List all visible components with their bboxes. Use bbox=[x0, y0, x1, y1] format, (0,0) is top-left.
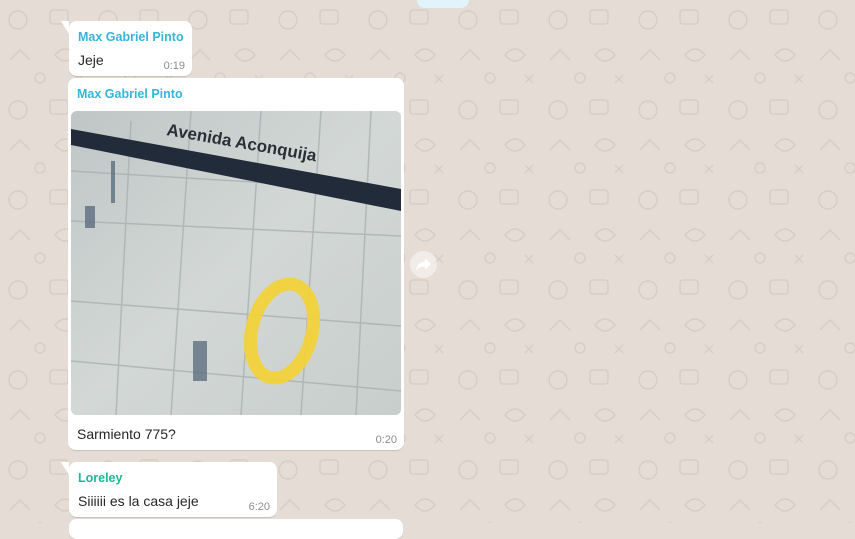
message-text: Jeje bbox=[78, 52, 104, 68]
forward-button[interactable] bbox=[410, 251, 437, 278]
message-bubble[interactable]: Loreley Siiiiii es la casa jeje 6:20 bbox=[61, 462, 277, 517]
map-photo[interactable]: Avenida Aconquija bbox=[71, 111, 401, 415]
sender-name[interactable]: Max Gabriel Pinto bbox=[77, 87, 183, 101]
message-time: 6:20 bbox=[248, 501, 270, 513]
message-time: 0:19 bbox=[163, 60, 185, 72]
message-text: Siiiiii es la casa jeje bbox=[78, 493, 199, 509]
message-bubble-partial[interactable] bbox=[69, 519, 403, 539]
sender-name[interactable]: Max Gabriel Pinto bbox=[78, 30, 184, 44]
image-caption: Sarmiento 775? bbox=[77, 426, 176, 442]
sender-name[interactable]: Loreley bbox=[78, 471, 122, 485]
date-pill bbox=[417, 0, 469, 8]
message-bubble[interactable]: Max Gabriel Pinto Jeje 0:19 bbox=[61, 21, 192, 76]
map-photo-image: Avenida Aconquija bbox=[71, 111, 401, 415]
image-message-bubble[interactable]: Max Gabriel Pinto Avenida Aconquija Sarm… bbox=[68, 78, 404, 450]
message-time: 0:20 bbox=[375, 434, 397, 446]
forward-icon bbox=[416, 258, 431, 271]
